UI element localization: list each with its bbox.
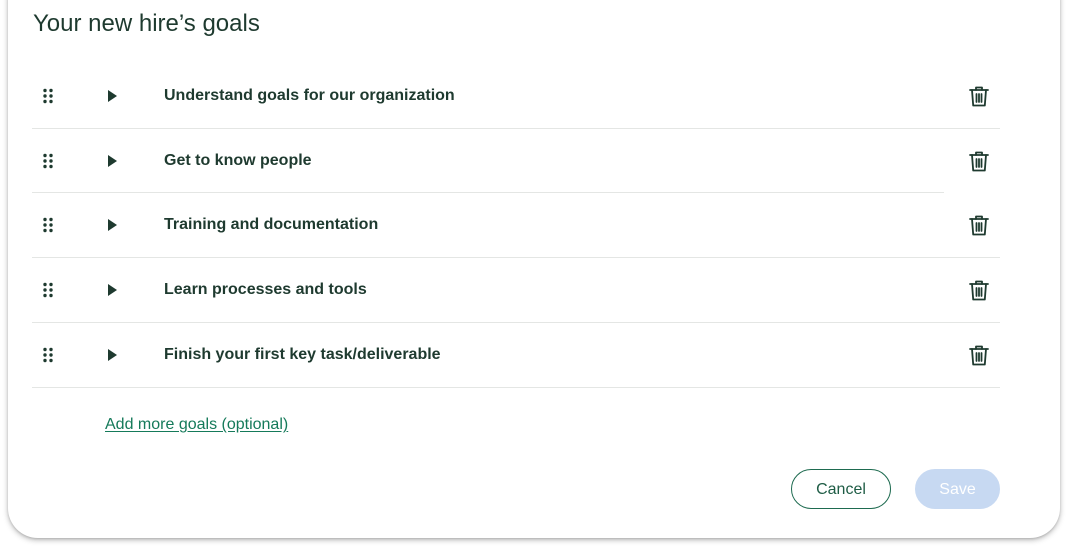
drag-handle-icon[interactable] xyxy=(40,88,56,104)
page-title: Your new hire’s goals xyxy=(33,10,260,37)
trash-icon[interactable] xyxy=(966,342,992,368)
goal-label: Understand goals for our organization xyxy=(164,87,455,104)
cancel-button[interactable]: Cancel xyxy=(791,469,891,509)
caret-right-icon[interactable] xyxy=(102,345,122,365)
goal-label: Training and documentation xyxy=(164,216,379,233)
caret-right-icon[interactable] xyxy=(102,151,122,171)
drag-handle-icon[interactable] xyxy=(40,282,56,298)
trash-icon[interactable] xyxy=(966,212,992,238)
drag-handle-icon[interactable] xyxy=(40,217,56,233)
trash-icon[interactable] xyxy=(966,148,992,174)
goal-list: Understand goals for our organization Ge… xyxy=(32,64,1000,388)
trash-icon[interactable] xyxy=(966,83,992,109)
goal-label: Learn processes and tools xyxy=(164,281,367,298)
goal-row: Finish your first key task/deliverable xyxy=(32,323,1000,388)
goal-label: Get to know people xyxy=(164,152,312,169)
goal-row: Learn processes and tools xyxy=(32,258,1000,323)
goal-label: Finish your first key task/deliverable xyxy=(164,346,441,363)
caret-right-icon[interactable] xyxy=(102,215,122,235)
save-button[interactable]: Save xyxy=(915,469,1000,509)
drag-handle-icon[interactable] xyxy=(40,153,56,169)
drag-handle-icon[interactable] xyxy=(40,347,56,363)
caret-right-icon[interactable] xyxy=(102,86,122,106)
add-more-goals-link[interactable]: Add more goals (optional) xyxy=(105,416,288,434)
goal-row: Training and documentation xyxy=(32,193,1000,258)
goal-row: Understand goals for our organization xyxy=(32,64,1000,129)
caret-right-icon[interactable] xyxy=(102,280,122,300)
trash-icon[interactable] xyxy=(966,277,992,303)
goal-row: Get to know people xyxy=(32,129,1000,193)
